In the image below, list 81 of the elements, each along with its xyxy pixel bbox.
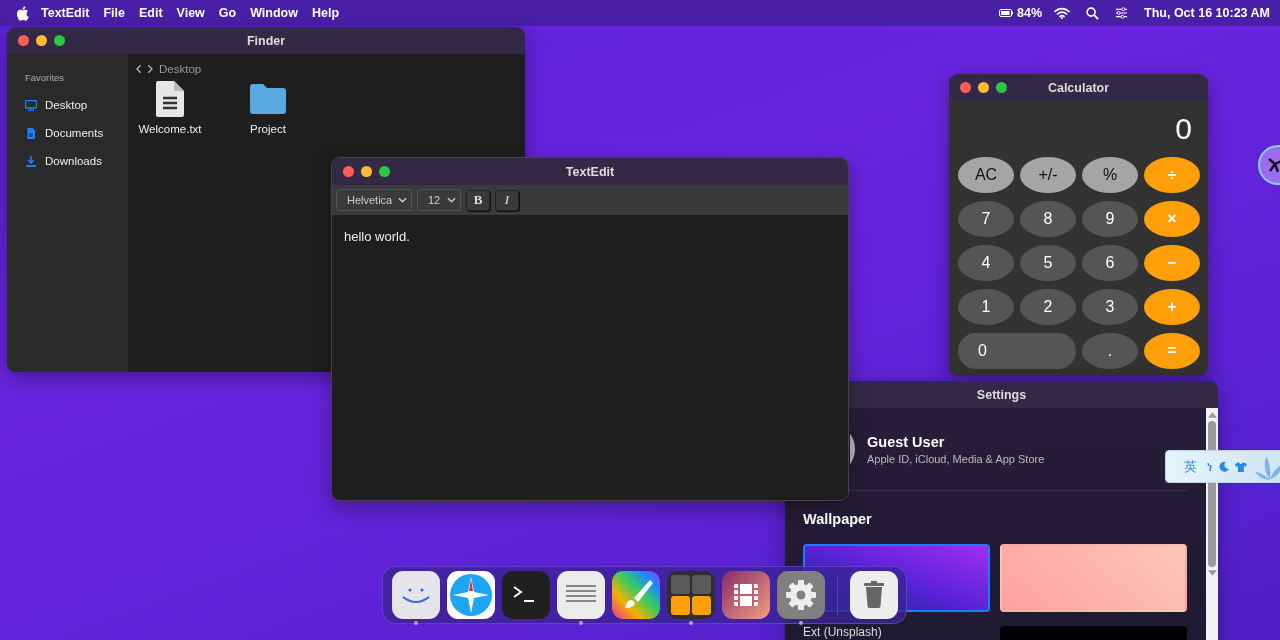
calculator-display: 0	[1175, 112, 1192, 146]
settings-app-icon[interactable]	[777, 571, 825, 619]
calculator-key[interactable]: +/-	[1020, 157, 1076, 193]
minimize-button[interactable]	[978, 82, 989, 93]
menu-item[interactable]: View	[176, 6, 205, 20]
user-name[interactable]: Guest User	[867, 433, 1045, 450]
font-dropdown[interactable]: Helvetica	[336, 189, 412, 211]
terminal-app-icon[interactable]	[502, 571, 550, 619]
calculator-key[interactable]: 5	[1020, 245, 1076, 281]
zoom-button[interactable]	[379, 166, 390, 177]
menu-item[interactable]: File	[103, 6, 125, 20]
compass-app-icon[interactable]	[447, 571, 495, 619]
back-forward-icon[interactable]	[136, 64, 153, 74]
apple-icon[interactable]	[16, 5, 29, 21]
calculator-key[interactable]: 0	[958, 333, 1076, 369]
calculator-key[interactable]: AC	[958, 157, 1014, 193]
menu-app-name[interactable]: TextEdit	[41, 6, 90, 20]
chevron-down-icon	[447, 197, 456, 203]
menu-item[interactable]: Edit	[138, 6, 163, 20]
film-app-icon[interactable]	[722, 571, 770, 619]
download-icon	[25, 155, 37, 167]
menu-item[interactable]: Help	[311, 6, 340, 20]
calculator-key[interactable]: 2	[1020, 289, 1076, 325]
menu-item[interactable]: Window	[250, 6, 298, 20]
path-label: Desktop	[159, 63, 202, 75]
trash-app-icon[interactable]	[850, 571, 898, 619]
document-icon	[25, 127, 37, 139]
scroll-down-icon[interactable]	[1207, 570, 1217, 576]
monitor-icon	[25, 99, 37, 111]
calculator-app-icon[interactable]	[667, 571, 715, 619]
smiley-app-icon[interactable]	[392, 571, 440, 619]
calculator-key[interactable]: 3	[1082, 289, 1138, 325]
calculator-key[interactable]: 6	[1082, 245, 1138, 281]
moon-icon[interactable]	[1218, 461, 1229, 472]
section-heading: Wallpaper	[803, 511, 873, 527]
wifi-icon[interactable]	[1054, 7, 1071, 19]
folder-icon	[250, 81, 286, 117]
sidebar-heading: Favorites	[25, 72, 65, 83]
window-title: Finder	[246, 33, 286, 48]
menu-clock[interactable]: Thu, Oct 16 10:23 AM	[1144, 6, 1270, 20]
punctuation-icon[interactable]	[1207, 462, 1213, 471]
paintbrush-app-icon[interactable]	[612, 571, 660, 619]
icon-tile[interactable]: Project	[234, 81, 302, 135]
calculator-key[interactable]: 4	[958, 245, 1014, 281]
text-file-icon	[156, 81, 184, 117]
battery-percentage: 84%	[1017, 6, 1043, 20]
wallpaper-label: Ext (Unsplash)	[803, 626, 883, 639]
bold-button[interactable]: B	[466, 189, 490, 211]
calculator-key[interactable]: 1	[958, 289, 1014, 325]
close-button[interactable]	[343, 166, 354, 177]
close-button[interactable]	[960, 82, 971, 93]
window-title: Settings	[976, 387, 1027, 402]
zoom-button[interactable]	[996, 82, 1007, 93]
user-subtitle: Apple ID, iCloud, Media & App Store	[867, 452, 1045, 465]
calculator-key[interactable]: %	[1082, 157, 1138, 193]
chevron-down-icon	[398, 197, 407, 203]
window-title: Calculator	[1047, 80, 1110, 95]
calculator-key[interactable]: .	[1082, 333, 1138, 369]
search-icon[interactable]	[1086, 6, 1100, 20]
shirt-icon[interactable]	[1234, 461, 1247, 472]
close-button[interactable]	[18, 35, 29, 46]
sidebar-item[interactable]: Downloads	[25, 147, 102, 175]
wallpaper-thumbnail[interactable]	[1000, 544, 1187, 612]
zoom-button[interactable]	[54, 35, 65, 46]
sidebar-item[interactable]: Desktop	[25, 91, 88, 119]
size-dropdown[interactable]: 12	[417, 189, 461, 211]
text-lines-app-icon[interactable]	[557, 571, 605, 619]
battery-icon[interactable]	[999, 9, 1013, 17]
calculator-key[interactable]: 7	[958, 201, 1014, 237]
italic-button[interactable]: I	[495, 189, 519, 211]
menu-item[interactable]: Go	[218, 6, 237, 20]
minimize-button[interactable]	[36, 35, 47, 46]
control-center-icon[interactable]	[1115, 7, 1129, 19]
sidebar-item[interactable]: Documents	[25, 119, 104, 147]
minimize-button[interactable]	[361, 166, 372, 177]
window-title: TextEdit	[565, 164, 615, 179]
calculator-key[interactable]: 9	[1082, 201, 1138, 237]
scroll-up-icon[interactable]	[1207, 412, 1217, 418]
icon-tile[interactable]: Welcome.txt	[136, 81, 204, 135]
document-text[interactable]: hello world.	[344, 229, 410, 244]
calculator-key[interactable]: 8	[1020, 201, 1076, 237]
